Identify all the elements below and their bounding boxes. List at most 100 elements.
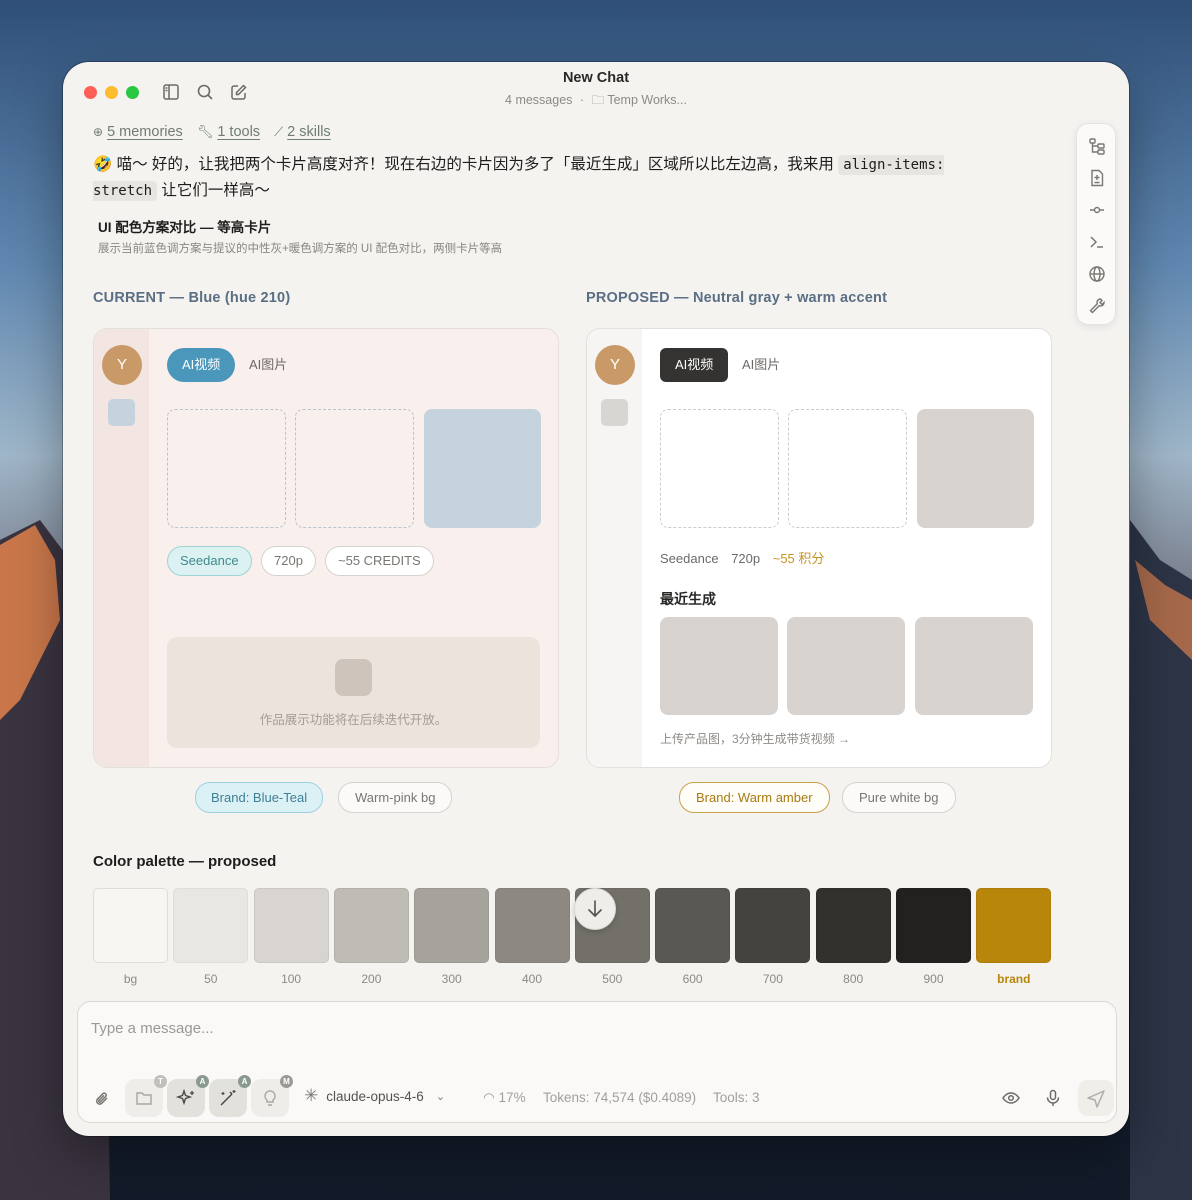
recent-item[interactable] bbox=[915, 617, 1033, 715]
tool-count: Tools: 3 bbox=[713, 1090, 760, 1105]
context-usage: ◠ 17% bbox=[483, 1090, 526, 1106]
arrow-down-icon bbox=[588, 900, 602, 917]
palette-title: Color palette — proposed bbox=[93, 853, 277, 870]
swatch-bg bbox=[93, 888, 168, 963]
wrench-icon[interactable] bbox=[1087, 296, 1107, 316]
swatch-300 bbox=[414, 888, 490, 963]
spec-cost: ~55 积分 bbox=[772, 551, 825, 566]
emoji: 🤣 bbox=[93, 156, 113, 173]
spec-row: Seedance 720p ~55 积分 bbox=[660, 548, 824, 567]
swatch-900 bbox=[896, 888, 971, 963]
current-label: CURRENT — Blue (hue 210) bbox=[93, 290, 291, 306]
swatch-50 bbox=[173, 888, 249, 963]
badge: A bbox=[238, 1075, 251, 1088]
tag-white-bg: Pure white bg bbox=[842, 782, 956, 813]
scroll-down-button[interactable] bbox=[574, 888, 616, 930]
context-percent: 17% bbox=[498, 1090, 526, 1105]
swatch-400 bbox=[494, 888, 570, 963]
gauge-icon: ◠ bbox=[483, 1090, 495, 1105]
side-toolbar bbox=[1076, 123, 1116, 325]
separator-dot: · bbox=[579, 93, 585, 107]
rail-item[interactable] bbox=[108, 399, 135, 426]
message-text-end: 让它们一样高～ bbox=[157, 182, 270, 199]
tree-icon[interactable] bbox=[1087, 136, 1107, 156]
paperclip-icon[interactable] bbox=[92, 1089, 112, 1109]
credits-pill: ~55 CREDITS bbox=[325, 546, 434, 576]
swatch-label: 300 bbox=[441, 972, 462, 986]
skills-link[interactable]: ⟋ 2 skills bbox=[274, 124, 331, 140]
lightbulb-button[interactable]: M bbox=[251, 1075, 293, 1117]
model-pill[interactable]: Seedance bbox=[167, 546, 252, 576]
assistant-message: 🤣 喵～ 好的，让我把两个卡片高度对齐！现在右边的卡片因为多了「最近生成」区域所… bbox=[93, 152, 1013, 204]
folder-button[interactable]: T bbox=[125, 1075, 167, 1117]
image-slot[interactable] bbox=[917, 409, 1034, 528]
badge: T bbox=[154, 1075, 167, 1088]
recent-item[interactable] bbox=[787, 617, 905, 715]
tab-ai-video[interactable]: AI视频 bbox=[660, 348, 729, 382]
badge: A bbox=[196, 1075, 209, 1088]
swatch-label: 100 bbox=[281, 972, 302, 986]
wand-icon: ⟋ bbox=[274, 124, 284, 139]
tab-ai-image[interactable]: AI图片 bbox=[249, 348, 287, 382]
composer: T A A M ✳ claude-opus-4-6 ⌄ ◠ 17% Tokens… bbox=[77, 1001, 1117, 1123]
widget-subtitle: 展示当前蓝色调方案与提议的中性灰+暖色调方案的 UI 配色对比，两侧卡片等高 bbox=[98, 243, 503, 255]
swatch-200 bbox=[333, 888, 409, 963]
app-window: New Chat 4 messages · 🗀 Temp Works... ⊕ … bbox=[63, 62, 1129, 1136]
cta-link[interactable]: 上传产品图，3分钟生成带货视频 → bbox=[660, 730, 850, 747]
spec-model[interactable]: Seedance bbox=[660, 551, 719, 566]
rail-item[interactable] bbox=[601, 399, 628, 426]
swatch-label: 400 bbox=[521, 972, 543, 986]
asterisk-icon: ✳ bbox=[304, 1086, 319, 1105]
message-meta: ⊕ 5 memories 🔧︎ 1 tools ⟋ 2 skills bbox=[93, 124, 1053, 140]
tools-link[interactable]: 🔧︎ 1 tools bbox=[197, 124, 260, 140]
swatch-label: brand bbox=[997, 972, 1031, 986]
image-slot[interactable] bbox=[424, 409, 541, 528]
tab-ai-image[interactable]: AI图片 bbox=[742, 348, 780, 382]
send-icon bbox=[1087, 1090, 1105, 1108]
message-input[interactable] bbox=[91, 1020, 691, 1037]
titlebar: New Chat 4 messages · 🗀 Temp Works... bbox=[63, 62, 1129, 114]
recent-item[interactable] bbox=[660, 617, 778, 715]
memories-link[interactable]: ⊕ 5 memories bbox=[93, 124, 183, 140]
swatch-label: 900 bbox=[923, 972, 944, 986]
tools-label: 1 tools bbox=[217, 124, 261, 140]
microphone-icon[interactable] bbox=[1043, 1088, 1063, 1108]
token-count: Tokens: 74,574 ($0.4089) bbox=[543, 1090, 697, 1105]
spec-resolution[interactable]: 720p bbox=[731, 551, 760, 566]
resolution-pill[interactable]: 720p bbox=[261, 546, 316, 576]
placeholder-icon bbox=[335, 659, 372, 696]
model-selector[interactable]: ✳ claude-opus-4-6 ⌄ bbox=[304, 1086, 445, 1106]
tab-ai-video[interactable]: AI视频 bbox=[167, 348, 236, 382]
send-button[interactable] bbox=[1078, 1080, 1114, 1116]
commit-icon[interactable] bbox=[1087, 200, 1107, 220]
swatch-600 bbox=[655, 888, 731, 963]
placeholder-text: 作品展示功能将在后续迭代开放。 bbox=[259, 713, 448, 727]
upload-slot[interactable] bbox=[295, 409, 414, 528]
magic-wand-button[interactable]: A bbox=[209, 1075, 251, 1117]
avatar[interactable]: Y bbox=[595, 345, 635, 385]
sparkles-button[interactable]: A bbox=[167, 1075, 209, 1117]
upload-slot[interactable] bbox=[788, 409, 907, 528]
widget-title: UI 配色方案对比 — 等高卡片 bbox=[98, 220, 272, 235]
terminal-icon[interactable] bbox=[1087, 232, 1107, 252]
globe-icon: ⊕ bbox=[93, 125, 104, 139]
swatch-brand bbox=[976, 888, 1052, 963]
workspace-name[interactable]: Temp Works... bbox=[607, 93, 687, 107]
avatar[interactable]: Y bbox=[102, 345, 142, 385]
swatch-label: 800 bbox=[843, 972, 864, 986]
window-subtitle: 4 messages · 🗀 Temp Works... bbox=[63, 91, 1129, 112]
wrench-icon: 🔧︎ bbox=[196, 124, 214, 139]
message-area: ⊕ 5 memories 🔧︎ 1 tools ⟋ 2 skills 🤣 喵～ … bbox=[93, 124, 1053, 256]
message-text: 喵～ 好的，让我把两个卡片高度对齐！现在右边的卡片因为多了「最近生成」区域所以比… bbox=[112, 156, 839, 173]
memories-label: 5 memories bbox=[107, 124, 183, 140]
globe-icon[interactable] bbox=[1087, 264, 1107, 284]
eye-icon[interactable] bbox=[1001, 1088, 1021, 1108]
swatch-label: bg bbox=[123, 972, 138, 986]
file-diff-icon[interactable] bbox=[1087, 168, 1107, 188]
upload-slot[interactable] bbox=[660, 409, 779, 528]
upload-slot[interactable] bbox=[167, 409, 286, 528]
swatch-800 bbox=[815, 888, 891, 963]
current-card: Y AI视频 AI图片 Seedance 720p ~55 CREDITS 作品… bbox=[93, 328, 559, 768]
swatch-label: 700 bbox=[762, 972, 783, 986]
swatch-100 bbox=[253, 888, 329, 963]
